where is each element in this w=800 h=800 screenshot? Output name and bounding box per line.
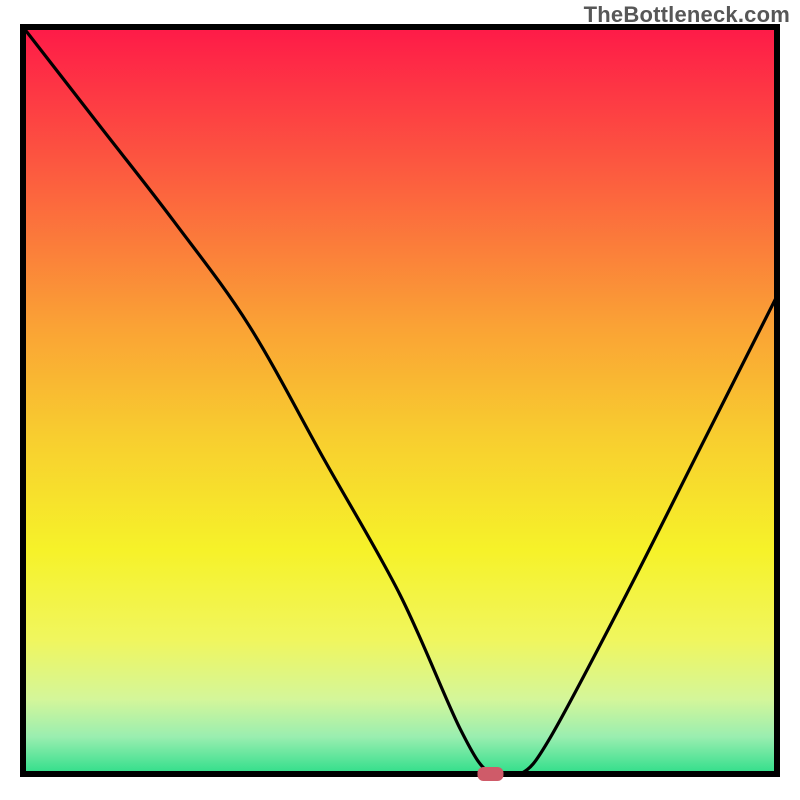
chart-frame: TheBottleneck.com [0, 0, 800, 800]
optimal-marker [477, 767, 503, 781]
bottleneck-chart [0, 0, 800, 800]
plot-background-gradient [23, 27, 777, 774]
